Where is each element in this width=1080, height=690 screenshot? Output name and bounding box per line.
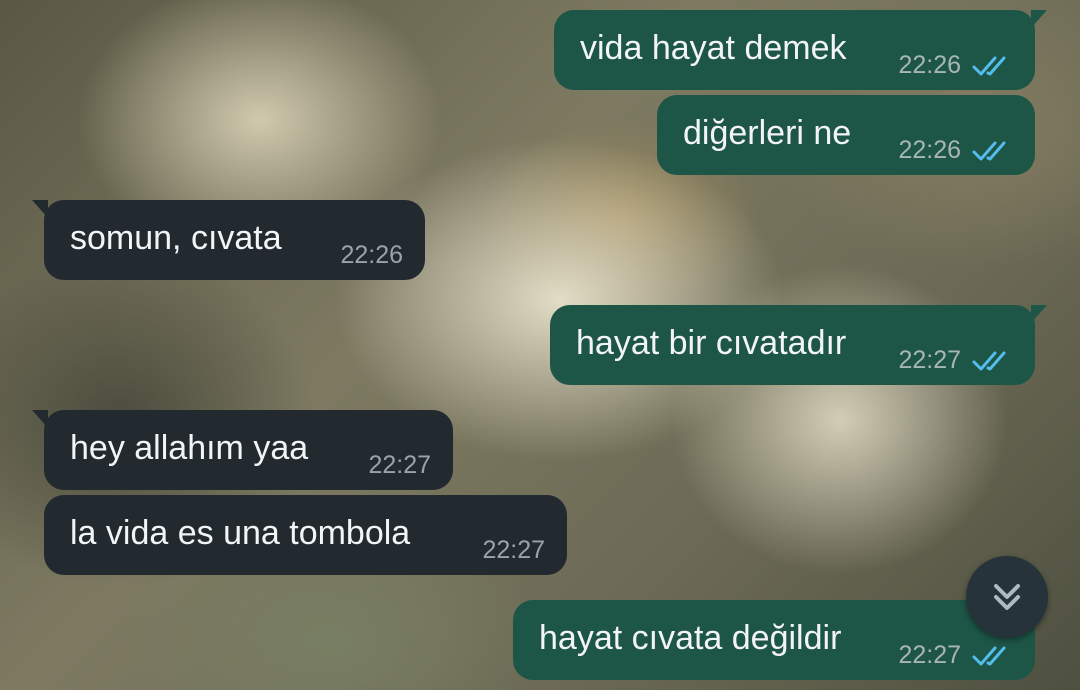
message-time: 22:26 (898, 51, 961, 79)
message-text: hey allahım yaa (70, 429, 309, 467)
message-time: 22:27 (368, 451, 431, 479)
message-time: 22:27 (482, 536, 545, 564)
outgoing-message[interactable]: diğerleri ne 22:26 (657, 95, 1035, 175)
outgoing-message[interactable]: vida hayat demek 22:26 (554, 10, 1047, 90)
outgoing-message[interactable]: hayat cıvata değildir 22:27 (513, 600, 1047, 680)
message-time: 22:27 (898, 346, 961, 374)
message-time: 22:27 (898, 641, 961, 669)
message-text: hayat bir cıvatadır (576, 324, 847, 362)
outgoing-message[interactable]: hayat bir cıvatadır 22:27 (550, 305, 1047, 385)
message-text: hayat cıvata değildir (539, 619, 842, 657)
message-text: vida hayat demek (580, 29, 847, 67)
message-text: diğerleri ne (683, 114, 852, 152)
incoming-message[interactable]: hey allahım yaa 22:27 (32, 410, 453, 490)
double-chevron-down-icon (994, 584, 1020, 610)
read-receipt-icon (972, 141, 1006, 160)
read-receipt-icon (972, 351, 1006, 370)
message-time: 22:26 (340, 241, 403, 269)
read-receipt-icon (972, 56, 1006, 75)
scroll-to-bottom-button[interactable] (966, 556, 1048, 638)
incoming-message[interactable]: la vida es una tombola 22:27 (44, 495, 567, 575)
message-text: la vida es una tombola (70, 514, 411, 552)
message-time: 22:26 (898, 136, 961, 164)
incoming-message[interactable]: somun, cıvata 22:26 (32, 200, 425, 280)
read-receipt-icon (972, 646, 1006, 665)
message-text: somun, cıvata (70, 219, 282, 257)
